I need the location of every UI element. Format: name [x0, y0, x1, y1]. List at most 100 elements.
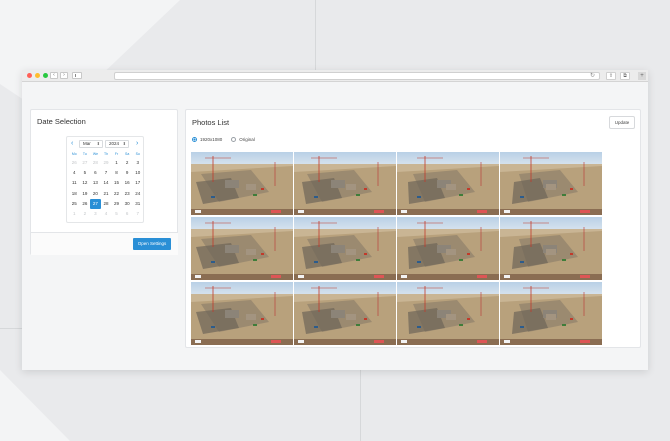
calendar-day[interactable]: 15 [111, 178, 122, 188]
calendar-day[interactable]: 5 [80, 168, 91, 178]
calendar-day[interactable]: 9 [122, 168, 133, 178]
construction-site-image [500, 217, 602, 280]
calendar-day[interactable]: 22 [111, 189, 122, 199]
photo-grid [191, 152, 602, 345]
photo-thumbnail[interactable] [500, 152, 602, 215]
select-caret-icon: ⬍ [122, 141, 126, 146]
calendar-day[interactable]: 25 [69, 199, 80, 209]
construction-site-image [294, 217, 396, 280]
sidebar-toggle-icon[interactable] [72, 72, 82, 79]
calendar-day[interactable]: 30 [122, 199, 133, 209]
calendar-day[interactable]: 20 [90, 189, 101, 199]
calendar-day[interactable]: 26 [80, 199, 91, 209]
month-select-value: Mar [83, 141, 91, 146]
calendar-day[interactable]: 26 [69, 158, 80, 168]
calendar-day[interactable]: 27 [80, 158, 91, 168]
update-button[interactable]: Update [609, 116, 635, 129]
photo-thumbnail[interactable] [397, 282, 499, 345]
calendar-day[interactable]: 31 [132, 199, 143, 209]
calendar-day[interactable]: 2 [122, 158, 133, 168]
reload-icon[interactable]: ↻ [590, 72, 595, 79]
card-title: Date Selection [37, 117, 86, 126]
back-button[interactable]: ‹ [50, 72, 58, 79]
select-caret-icon: ⬍ [96, 141, 100, 146]
calendar-day[interactable]: 11 [69, 178, 80, 188]
radio-1920x1080[interactable] [192, 136, 197, 142]
forward-button[interactable]: › [60, 72, 68, 79]
calendar-day[interactable]: 1 [111, 158, 122, 168]
calendar-day[interactable]: 28 [90, 158, 101, 168]
calendar-day[interactable]: 12 [80, 178, 91, 188]
calendar-day[interactable]: 3 [90, 209, 101, 219]
browser-toolbar: ‹ › ↻ ⇧ ⧉ + [22, 70, 648, 82]
calendar-day[interactable]: 14 [101, 178, 112, 188]
maximize-window-button[interactable] [43, 73, 48, 78]
calendar-day[interactable]: 3 [132, 158, 143, 168]
radio-label: Original [239, 136, 255, 142]
calendar-day-selected[interactable]: 27 [90, 198, 101, 209]
calendar-day[interactable]: 4 [101, 209, 112, 219]
background-line [360, 370, 361, 441]
calendar-day[interactable]: 4 [69, 168, 80, 178]
calendar-day[interactable]: 6 [90, 168, 101, 178]
radio-original[interactable] [231, 136, 237, 142]
photo-thumbnail[interactable] [294, 152, 396, 215]
photo-thumbnail[interactable] [191, 152, 293, 215]
date-selection-card: Date Selection ‹ Mar ⬍ 2024 ⬍ › Mo Tu We Th… [30, 109, 178, 255]
construction-site-image [397, 152, 499, 215]
calendar-day[interactable]: 28 [101, 199, 112, 209]
photo-thumbnail[interactable] [294, 282, 396, 345]
calendar-day[interactable]: 2 [80, 209, 91, 219]
photo-thumbnail[interactable] [191, 217, 293, 280]
calendar-day[interactable]: 24 [132, 189, 143, 199]
calendar-day[interactable]: 29 [101, 158, 112, 168]
minimize-window-button[interactable] [35, 73, 40, 78]
tabs-overview-icon[interactable]: ⧉ [620, 72, 630, 80]
calendar-day[interactable]: 13 [90, 178, 101, 188]
calendar-day[interactable]: 5 [111, 209, 122, 219]
card-footer: Open Settings [31, 232, 178, 255]
photo-thumbnail[interactable] [500, 282, 602, 345]
calendar-day[interactable]: 17 [132, 178, 143, 188]
open-settings-button[interactable]: Open Settings [133, 238, 171, 250]
photo-thumbnail[interactable] [397, 217, 499, 280]
calendar-day[interactable]: 23 [122, 189, 133, 199]
radio-label: 1920x1080 [200, 136, 223, 142]
weekday-label: Sa [124, 152, 130, 156]
close-window-button[interactable] [27, 73, 32, 78]
background-shape [0, 370, 70, 441]
photo-thumbnail[interactable] [500, 217, 602, 280]
photo-thumbnail[interactable] [191, 282, 293, 345]
calendar-day[interactable]: 1 [69, 209, 80, 219]
calendar-day[interactable]: 29 [111, 199, 122, 209]
month-select[interactable]: Mar ⬍ [79, 140, 103, 148]
weekday-label: We [92, 152, 99, 156]
resolution-options: 1920x1080 Original [192, 136, 264, 142]
address-bar[interactable]: ↻ [114, 72, 600, 80]
next-month-button[interactable]: › [136, 140, 138, 148]
calendar-day[interactable]: 21 [101, 189, 112, 199]
share-icon[interactable]: ⇧ [606, 72, 616, 80]
photos-list-card: Photos List Update 1920x1080 Original [185, 109, 641, 348]
background-line [0, 328, 22, 329]
calendar-day[interactable]: 8 [111, 168, 122, 178]
construction-site-image [500, 282, 602, 345]
calendar-day[interactable]: 16 [122, 178, 133, 188]
browser-window: ‹ › ↻ ⇧ ⧉ + Date Selection ‹ Mar ⬍ 2024 … [22, 70, 648, 370]
calendar-day[interactable]: 19 [80, 189, 91, 199]
calendar-day[interactable]: 6 [122, 209, 133, 219]
calendar-day[interactable]: 10 [132, 168, 143, 178]
year-select[interactable]: 2024 ⬍ [105, 140, 129, 148]
construction-site-image [294, 282, 396, 345]
photo-thumbnail[interactable] [397, 152, 499, 215]
photo-thumbnail[interactable] [294, 217, 396, 280]
construction-site-image [397, 282, 499, 345]
calendar-day[interactable]: 18 [69, 189, 80, 199]
calendar-day[interactable]: 7 [132, 209, 143, 219]
calendar-header: ‹ Mar ⬍ 2024 ⬍ › [67, 140, 145, 148]
prev-month-button[interactable]: ‹ [71, 140, 73, 148]
weekday-label: Mo [71, 152, 77, 156]
new-tab-icon[interactable]: + [638, 72, 646, 80]
weekday-label: Th [103, 152, 109, 156]
calendar-day[interactable]: 7 [101, 168, 112, 178]
